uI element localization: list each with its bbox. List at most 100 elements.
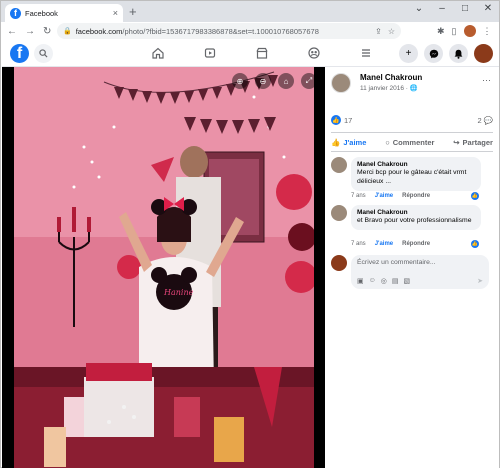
share-arrow-icon: ↪ xyxy=(453,137,460,147)
maximize-icon[interactable]: □ xyxy=(460,3,470,14)
bookmark-star-icon[interactable]: ☆ xyxy=(388,27,395,36)
fullscreen-icon[interactable]: ⤢ xyxy=(301,73,317,89)
comment-text: et Bravo pour votre professionnalisme xyxy=(357,217,472,224)
share-button[interactable]: ↪ Partager xyxy=(453,138,493,147)
like-label: J'aime xyxy=(343,137,367,147)
address-bar[interactable]: 🔒 facebook.com/photo/?fbid=1536717983386… xyxy=(57,23,401,39)
share-label: Partager xyxy=(462,137,493,147)
post-actions: 👍 J'aime ○ Commenter ↪ Partager xyxy=(331,132,493,152)
zoom-in-icon[interactable]: ⊕ xyxy=(232,73,248,89)
comment-meta: 7 ans J'aime Répondre xyxy=(351,241,430,247)
window-controls: ⌄ – □ ✕ xyxy=(414,3,493,14)
sidepanel-icon[interactable]: ▯ xyxy=(452,26,457,37)
browser-window: f Facebook × + ⌄ – □ ✕ ← → ↻ 🔒 facebook.… xyxy=(0,0,500,468)
comment-like-badge-icon: 👍 xyxy=(471,240,479,248)
like-button[interactable]: 👍 J'aime xyxy=(331,138,366,147)
zoom-out-icon[interactable]: ⊖ xyxy=(255,73,271,89)
comment-like-link[interactable]: J'aime xyxy=(375,241,393,247)
comment-summary[interactable]: 2 💬 xyxy=(477,116,493,125)
browser-tab[interactable]: f Facebook × xyxy=(5,4,123,22)
minimize-icon[interactable]: – xyxy=(437,3,447,14)
reactions-summary[interactable]: 👍 17 xyxy=(331,115,352,125)
extensions-puzzle-icon[interactable]: ✱ xyxy=(437,26,445,37)
commenter-avatar[interactable] xyxy=(331,157,347,173)
messenger-icon[interactable] xyxy=(424,44,443,63)
comment-age[interactable]: 7 ans xyxy=(351,241,366,247)
public-globe-icon: 🌐 xyxy=(409,85,418,92)
camera-icon[interactable]: ◎ xyxy=(381,277,387,285)
author-name[interactable]: Manel Chakroun xyxy=(360,73,422,82)
comment-item: Manel Chakroun et Bravo pour votre profe… xyxy=(331,205,481,230)
tag-icon[interactable]: ⌂ xyxy=(278,73,294,89)
comment-icon: ○ xyxy=(385,137,390,147)
tab-close-icon[interactable]: × xyxy=(113,8,118,18)
author-info: Manel Chakroun 11 janvier 2016 · 🌐 xyxy=(360,73,422,93)
nav-groups[interactable] xyxy=(288,45,340,61)
commenter-name[interactable]: Manel Chakroun xyxy=(357,161,475,168)
commenter-avatar[interactable] xyxy=(331,205,347,221)
account-avatar[interactable] xyxy=(474,44,493,63)
gif-icon[interactable]: ▤ xyxy=(392,277,399,285)
menu-kebab-icon[interactable]: ⋮ xyxy=(483,26,492,37)
nav-watch[interactable] xyxy=(184,45,236,61)
nav-marketplace[interactable] xyxy=(236,45,288,61)
comment-button[interactable]: ○ Commenter xyxy=(385,138,434,147)
photo-controls: ⊕ ⊖ ⌂ ⤢ xyxy=(232,73,317,89)
commenter-name[interactable]: Manel Chakroun xyxy=(357,209,475,216)
notifications-bell-icon[interactable] xyxy=(449,44,468,63)
comment-bubble-icon: 💬 xyxy=(483,115,493,125)
comment-reply-link[interactable]: Répondre xyxy=(402,241,430,247)
toolbar-right: ✱ ▯ ⋮ xyxy=(437,25,492,37)
tab-title: Facebook xyxy=(25,8,58,18)
date-separator: · xyxy=(405,85,408,92)
tab-strip: f Facebook × + ⌄ – □ ✕ xyxy=(1,1,499,22)
comment-input[interactable]: Écrivez un commentaire... ▣ ☺ ◎ ▤ ▧ ➤ xyxy=(351,255,489,289)
messenger-glyph-icon xyxy=(429,49,438,58)
comment-text: Merci bcp pour le gâteau c'était vrmt dé… xyxy=(357,169,467,185)
forward-icon[interactable]: → xyxy=(25,26,35,37)
url-text[interactable]: facebook.com/photo/?fbid=153671798338687… xyxy=(76,27,369,36)
shirt-text: Hanine xyxy=(163,288,194,297)
search-button[interactable] xyxy=(34,44,53,63)
chevron-down-icon[interactable]: ⌄ xyxy=(414,3,424,14)
hamburger-menu-icon xyxy=(362,49,370,57)
header-actions: + xyxy=(399,44,493,63)
back-icon[interactable]: ← xyxy=(7,26,17,37)
more-options-icon[interactable]: ⋯ xyxy=(482,75,491,86)
new-tab-button[interactable]: + xyxy=(129,4,137,19)
share-page-icon[interactable]: ⇪ xyxy=(375,27,382,36)
search-icon xyxy=(39,49,48,58)
lock-icon[interactable]: 🔒 xyxy=(63,27,72,35)
close-window-icon[interactable]: ✕ xyxy=(483,3,493,14)
comment-bubble: Manel Chakroun Merci bcp pour le gâteau … xyxy=(351,157,481,191)
send-icon[interactable]: ➤ xyxy=(477,277,483,285)
create-plus-icon[interactable]: + xyxy=(399,44,418,63)
profile-avatar[interactable] xyxy=(463,25,476,37)
main-nav xyxy=(132,45,392,61)
emoji-icon[interactable]: ☺ xyxy=(369,277,376,285)
reload-icon[interactable]: ↻ xyxy=(43,26,51,37)
comment-like-badge-icon: 👍 xyxy=(471,192,479,200)
browser-toolbar: ← → ↻ 🔒 facebook.com/photo/?fbid=1536717… xyxy=(1,22,499,40)
home-icon xyxy=(152,47,164,59)
marketplace-icon xyxy=(256,47,268,59)
post-date[interactable]: 11 janvier 2016 xyxy=(360,85,404,92)
comment-age[interactable]: 7 ans xyxy=(351,193,366,199)
photo-viewer: Hanine ⊕ ⊖ ⌂ ⤢ xyxy=(2,67,325,468)
sticker-icon[interactable]: ▧ xyxy=(404,277,411,285)
post-panel: Manel Chakroun 11 janvier 2016 · 🌐 ⋯ 👍 1… xyxy=(325,67,499,468)
photo-scene: Hanine xyxy=(14,67,314,468)
url-host: facebook.com xyxy=(75,26,123,36)
comment-count: 2 xyxy=(477,115,482,125)
nav-home[interactable] xyxy=(132,45,184,61)
nav-menu[interactable] xyxy=(340,45,392,61)
facebook-logo-icon[interactable]: f xyxy=(10,44,29,63)
like-count: 17 xyxy=(344,115,353,125)
avatar-sticker-icon[interactable]: ▣ xyxy=(357,277,364,285)
author-avatar[interactable] xyxy=(331,73,351,93)
my-avatar[interactable] xyxy=(331,255,347,271)
comment-reply-link[interactable]: Répondre xyxy=(402,193,430,199)
post-header: Manel Chakroun 11 janvier 2016 · 🌐 xyxy=(331,73,422,93)
comment-like-link[interactable]: J'aime xyxy=(375,193,393,199)
birthday-photo[interactable]: Hanine xyxy=(14,67,314,468)
